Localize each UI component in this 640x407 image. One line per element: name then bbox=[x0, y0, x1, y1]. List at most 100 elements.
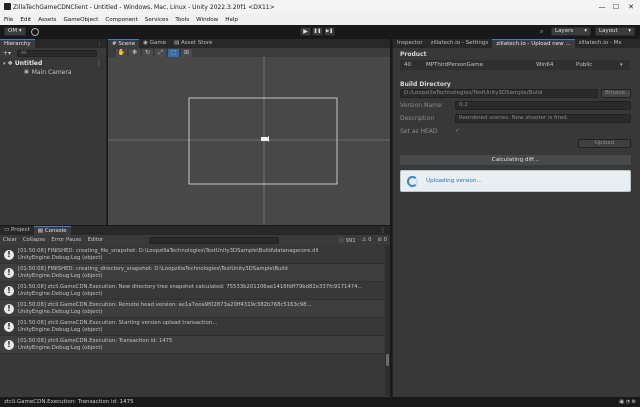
tab-settings[interactable]: zillatech.io - Settings bbox=[427, 39, 493, 48]
info-count[interactable]: ⓘ 991 bbox=[339, 236, 356, 244]
tab-console[interactable]: ▤ Console bbox=[33, 226, 71, 235]
tab-game-label: Game bbox=[149, 40, 167, 46]
scene-menu-icon[interactable]: ⋮ bbox=[96, 60, 102, 67]
info-log-icon: ! bbox=[4, 339, 14, 350]
tab-inspector[interactable]: Inspector bbox=[393, 39, 427, 48]
log-message: [01:50:08] FINISHED: creating_directory_… bbox=[18, 265, 288, 272]
menu-file[interactable]: File bbox=[4, 17, 13, 23]
tab-asset-store[interactable]: ▤ Asset Store bbox=[170, 39, 216, 48]
close-icon[interactable]: ✕ bbox=[623, 2, 639, 12]
scene-name[interactable]: Untitled bbox=[15, 60, 42, 67]
search-icon[interactable]: ⌕ bbox=[540, 28, 543, 36]
cloud-icon[interactable] bbox=[31, 28, 39, 36]
set-as-head-label: Set as HEAD bbox=[400, 128, 438, 135]
tab-scene[interactable]: # Scene bbox=[108, 39, 140, 48]
version-name-field[interactable]: 0.2 bbox=[455, 101, 631, 110]
scale-tool-icon[interactable]: ⤢ bbox=[155, 48, 166, 57]
product-visibility: Public bbox=[576, 62, 593, 68]
layout-dropdown[interactable]: Layout ▾ bbox=[595, 27, 635, 36]
tab-game[interactable]: ◉ Game bbox=[139, 39, 170, 48]
console-search-input[interactable] bbox=[149, 236, 280, 244]
hierarchy-tabbar: Hierarchy ⋮ bbox=[0, 39, 106, 48]
grid-icon: # bbox=[112, 41, 117, 47]
scene-canvas bbox=[108, 57, 390, 225]
tab-asset-store-label: Asset Store bbox=[181, 40, 213, 46]
scene-tools: ✋ ✥ ↻ ⤢ ⬚ ⊞ bbox=[108, 48, 390, 57]
product-id: 40 bbox=[404, 62, 411, 68]
hand-tool-icon[interactable]: ✋ bbox=[116, 48, 127, 57]
log-stacktrace: UnityEngine.Debug:Log (object) bbox=[18, 254, 103, 261]
error-count[interactable]: ⊘ 0 bbox=[378, 237, 388, 243]
game-icon: ◉ bbox=[143, 40, 148, 46]
menu-edit[interactable]: Edit bbox=[20, 17, 31, 23]
layers-dropdown[interactable]: Layers ▾ bbox=[551, 27, 591, 36]
log-stacktrace: UnityEngine.Debug:Log (object) bbox=[18, 272, 103, 279]
console-panel: ▭ Project ▤ Console ⋮ Clear Collapse Err… bbox=[0, 226, 390, 397]
product-selector[interactable]: 40 MPThirdPersonGame Win64 Public ▾ bbox=[400, 60, 630, 70]
browse-button[interactable]: Browse... bbox=[601, 89, 631, 98]
upload-status-text: Uploading version... bbox=[426, 178, 482, 184]
menu-assets[interactable]: Assets bbox=[38, 17, 56, 23]
expand-arrow-icon[interactable]: ▾ bbox=[3, 61, 6, 67]
log-entry[interactable]: ! [01:50:08] ztcli.GameCDN.Execution: New… bbox=[0, 282, 384, 300]
upload-button[interactable]: Upload bbox=[578, 139, 631, 148]
log-entry[interactable]: ! [01:50:08] ztcli.GameCDN.Execution: Rem… bbox=[0, 300, 384, 318]
log-entry[interactable]: ! [01:50:08] ztcli.GameCDN.Execution: Sta… bbox=[0, 318, 384, 336]
build-path-field[interactable]: D:/LoopzillaTechnologies/TestUnity3DSamp… bbox=[400, 89, 598, 98]
status-icons: ▣ ◔ ⚙ bbox=[619, 399, 636, 405]
pause-button[interactable]: ❚❚ bbox=[312, 27, 323, 36]
error-count-value: 0 bbox=[383, 237, 387, 243]
editor-dropdown[interactable]: Editor bbox=[88, 237, 104, 243]
error-pause-button[interactable]: Error Pause bbox=[51, 237, 81, 243]
warning-count[interactable]: ⚠ 0 bbox=[362, 237, 372, 243]
log-entry[interactable]: ! [01:50:08] FINISHED: creating_file_snap… bbox=[0, 246, 384, 264]
menu-services[interactable]: Services bbox=[145, 17, 169, 23]
description-field[interactable]: Reordered scenes. Now shooter is fired. bbox=[455, 114, 631, 123]
menu-help[interactable]: Help bbox=[225, 17, 238, 23]
hierarchy-search-input[interactable]: All bbox=[17, 49, 98, 57]
log-stacktrace: UnityEngine.Debug:Log (object) bbox=[18, 308, 103, 315]
set-as-head-checkbox[interactable]: ✓ bbox=[455, 127, 460, 134]
kebab-icon[interactable]: ⋮ bbox=[97, 41, 102, 47]
rect-tool-icon[interactable]: ⬚ bbox=[168, 48, 179, 57]
account-dropdown[interactable]: OM ▾ bbox=[4, 27, 26, 36]
log-entry[interactable]: ! [01:50:08] ztcli.GameCDN.Execution: Tra… bbox=[0, 336, 384, 354]
calculating-diff-bar: Calculating diff... bbox=[400, 155, 631, 165]
tab-mx[interactable]: zillatech.io - Mx bbox=[575, 39, 623, 48]
log-stacktrace: UnityEngine.Debug:Log (object) bbox=[18, 344, 103, 351]
menu-component[interactable]: Component bbox=[105, 17, 137, 23]
clear-button[interactable]: Clear bbox=[3, 237, 17, 243]
step-button[interactable]: ▶❚ bbox=[324, 27, 335, 36]
add-icon[interactable]: +▾ bbox=[3, 50, 11, 57]
folder-icon: ▭ bbox=[4, 227, 10, 233]
log-scrollbar-thumb[interactable] bbox=[386, 354, 389, 366]
tab-hierarchy[interactable]: Hierarchy bbox=[0, 39, 35, 48]
camera-gizmo-icon[interactable] bbox=[261, 136, 269, 142]
log-entry[interactable]: ! [01:50:08] FINISHED: creating_directory… bbox=[0, 264, 384, 282]
unity-logo-icon bbox=[4, 3, 11, 10]
move-tool-icon[interactable]: ✥ bbox=[129, 48, 140, 57]
rotate-tool-icon[interactable]: ↻ bbox=[142, 48, 153, 57]
search-scope-label: All bbox=[21, 50, 27, 56]
maximize-icon[interactable]: ☐ bbox=[608, 2, 624, 12]
log-message: [01:50:08] ztcli.GameCDN.Execution: Star… bbox=[18, 319, 218, 326]
spinner-icon bbox=[407, 175, 418, 187]
scene-viewport[interactable] bbox=[108, 57, 390, 225]
menu-window[interactable]: Window bbox=[196, 17, 218, 23]
log-stacktrace: UnityEngine.Debug:Log (object) bbox=[18, 326, 103, 333]
log-stacktrace: UnityEngine.Debug:Log (object) bbox=[18, 290, 103, 297]
console-menu-icon[interactable]: ⋮ bbox=[380, 227, 386, 234]
transform-tool-icon[interactable]: ⊞ bbox=[181, 48, 192, 57]
tab-upload-new[interactable]: zillatech.io - Upload new ... bbox=[492, 39, 575, 48]
menu-gameobject[interactable]: GameObject bbox=[63, 17, 98, 23]
tab-project[interactable]: ▭ Project bbox=[0, 226, 34, 235]
hierarchy-item-main-camera[interactable]: Main Camera bbox=[32, 69, 72, 76]
play-button[interactable]: ▶ bbox=[300, 27, 311, 36]
collapse-button[interactable]: Collapse bbox=[23, 237, 46, 243]
product-platform: Win64 bbox=[536, 62, 554, 68]
tab-project-label: Project bbox=[10, 227, 30, 233]
menu-tools[interactable]: Tools bbox=[175, 17, 189, 23]
log-message: [01:50:08] ztcli.GameCDN.Execution: New … bbox=[18, 283, 363, 290]
status-message: ztcli.GameCDN.Execution: Transaction id:… bbox=[4, 399, 134, 405]
log-scrollbar[interactable] bbox=[385, 246, 390, 396]
